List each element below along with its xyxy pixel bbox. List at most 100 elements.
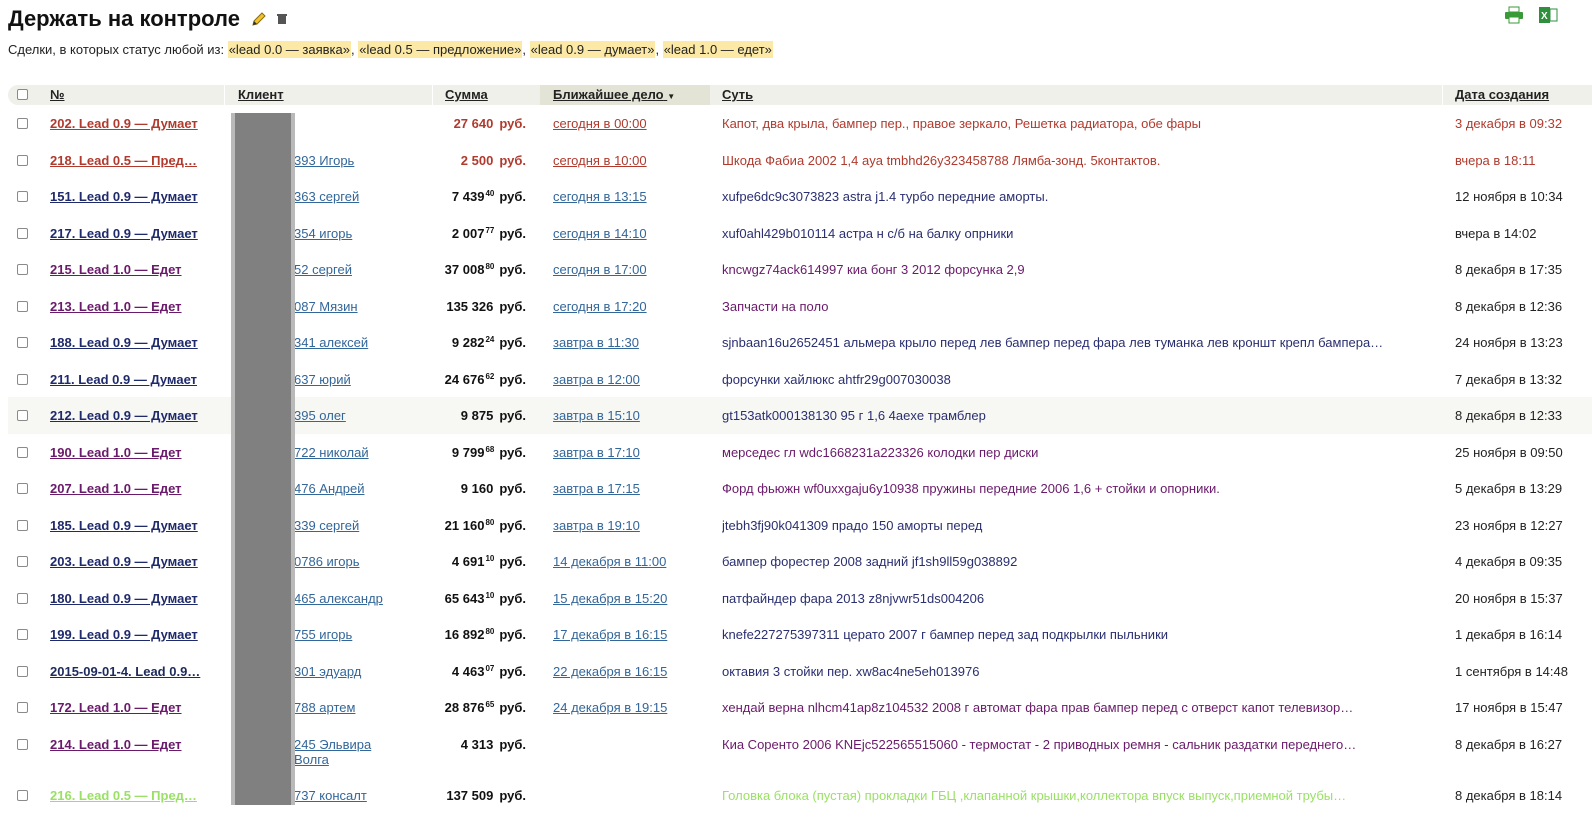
next-task-link[interactable]: сегодня в 00:00 bbox=[553, 116, 713, 131]
next-task-link[interactable]: завтра в 17:10 bbox=[553, 445, 713, 460]
deal-number-link[interactable]: 199. Lead 0.9 — Думает bbox=[50, 627, 220, 642]
row-checkbox[interactable] bbox=[17, 154, 28, 166]
next-task-link[interactable]: завтра в 15:10 bbox=[553, 408, 713, 423]
row-checkbox[interactable] bbox=[17, 337, 28, 348]
column-header-client[interactable]: Клиент bbox=[238, 85, 284, 105]
deal-number-link[interactable]: 188. Lead 0.9 — Думает bbox=[50, 335, 220, 350]
created-date: 24 ноября в 13:23 bbox=[1455, 335, 1563, 350]
next-task-link[interactable]: завтра в 17:15 bbox=[553, 481, 713, 496]
sum-cents: 68 bbox=[485, 444, 495, 454]
created-date: вчера в 14:02 bbox=[1455, 225, 1537, 241]
svg-text:X: X bbox=[1541, 11, 1548, 22]
deal-sum: 2 00777 руб. bbox=[418, 226, 526, 241]
sum-cents: 80 bbox=[485, 517, 495, 527]
sum-value: 2 007 bbox=[451, 225, 485, 241]
column-header-created[interactable]: Дата создания bbox=[1455, 85, 1549, 105]
row-checkbox[interactable] bbox=[17, 592, 28, 604]
next-task-link[interactable]: 22 декабря в 16:15 bbox=[553, 664, 713, 679]
select-all-checkbox[interactable] bbox=[17, 89, 28, 100]
deal-number-link[interactable]: 203. Lead 0.9 — Думает bbox=[50, 554, 220, 569]
deal-number-link[interactable]: 151. Lead 0.9 — Думает bbox=[50, 189, 220, 204]
next-task-link[interactable]: сегодня в 14:10 bbox=[553, 226, 713, 241]
row-checkbox[interactable] bbox=[17, 300, 28, 312]
next-task-link[interactable]: 15 декабря в 15:20 bbox=[553, 591, 713, 606]
currency: руб. bbox=[499, 116, 526, 131]
sum-value: 137 509 bbox=[446, 787, 494, 803]
row-checkbox[interactable] bbox=[17, 738, 28, 750]
row-checkbox[interactable] bbox=[17, 191, 28, 202]
deal-number-link[interactable]: 172. Lead 1.0 — Едет bbox=[50, 700, 220, 715]
next-task-link[interactable]: сегодня в 13:15 bbox=[553, 189, 713, 204]
row-checkbox[interactable] bbox=[17, 519, 28, 531]
deal-number-link[interactable]: 217. Lead 0.9 — Думает bbox=[50, 226, 220, 241]
sum-value: 37 008 bbox=[444, 262, 485, 277]
row-checkbox[interactable] bbox=[17, 483, 28, 494]
currency: руб. bbox=[499, 590, 526, 606]
deal-sum: 4 46307 руб. bbox=[418, 664, 526, 679]
sum-value: 4 463 bbox=[451, 663, 485, 679]
row-checkbox[interactable] bbox=[17, 118, 28, 129]
column-header-sum[interactable]: Сумма bbox=[445, 85, 488, 105]
deal-number-link[interactable]: 207. Lead 1.0 — Едет bbox=[50, 481, 220, 496]
created-date: 8 декабря в 16:27 bbox=[1455, 736, 1563, 752]
row-checkbox[interactable] bbox=[17, 264, 28, 275]
deal-sum: 9 875 руб. bbox=[418, 408, 526, 423]
excel-icon[interactable]: X bbox=[1538, 6, 1558, 24]
created-date: 12 ноября в 10:34 bbox=[1455, 189, 1563, 204]
created-date: 8 декабря в 12:36 bbox=[1455, 298, 1563, 314]
next-task-link[interactable]: сегодня в 10:00 bbox=[553, 153, 713, 168]
row-checkbox[interactable] bbox=[17, 702, 28, 713]
currency: руб. bbox=[499, 517, 526, 533]
pencil-icon[interactable] bbox=[250, 10, 268, 28]
row-checkbox[interactable] bbox=[17, 789, 28, 801]
currency: руб. bbox=[499, 371, 526, 387]
created-date: 8 декабря в 17:35 bbox=[1455, 262, 1563, 277]
deal-essence: Киа Соренто 2006 KNEjc522565515060 - тер… bbox=[722, 736, 1357, 752]
currency: руб. bbox=[499, 736, 526, 752]
deal-number-link[interactable]: 215. Lead 1.0 — Едет bbox=[50, 262, 220, 277]
deal-number-link[interactable]: 213. Lead 1.0 — Едет bbox=[50, 299, 220, 314]
deal-number-link[interactable]: 2015-09-01-4. Lead 0.9… bbox=[50, 664, 220, 679]
sum-value: 24 676 bbox=[444, 371, 485, 387]
row-checkbox[interactable] bbox=[17, 446, 28, 458]
currency: руб. bbox=[499, 554, 526, 569]
row-checkbox[interactable] bbox=[17, 410, 28, 421]
deal-number-link[interactable]: 202. Lead 0.9 — Думает bbox=[50, 116, 220, 131]
deal-sum: 21 16080 руб. bbox=[418, 518, 526, 533]
row-checkbox[interactable] bbox=[17, 373, 28, 385]
deal-number-link[interactable]: 212. Lead 0.9 — Думает bbox=[50, 408, 220, 423]
deal-number-link[interactable]: 216. Lead 0.5 — Пред… bbox=[50, 788, 220, 803]
deal-sum: 16 89280 руб. bbox=[418, 627, 526, 642]
printer-icon[interactable] bbox=[1504, 6, 1524, 24]
next-task-link[interactable]: завтра в 11:30 bbox=[553, 335, 713, 350]
deal-essence: мерседес гл wdc1668231a223326 колодки пе… bbox=[722, 444, 1039, 460]
row-checkbox[interactable] bbox=[17, 629, 28, 640]
deal-number-link[interactable]: 218. Lead 0.5 — Пред… bbox=[50, 153, 220, 168]
created-date: 20 ноября в 15:37 bbox=[1455, 590, 1563, 606]
sum-cents: 65 bbox=[485, 700, 495, 709]
sum-cents: 40 bbox=[485, 189, 495, 198]
next-task-link[interactable]: сегодня в 17:00 bbox=[553, 262, 713, 277]
currency: руб. bbox=[499, 298, 526, 314]
deal-number-link[interactable]: 214. Lead 1.0 — Едет bbox=[50, 737, 220, 752]
next-task-link[interactable]: сегодня в 17:20 bbox=[553, 299, 713, 314]
created-date: 5 декабря в 13:29 bbox=[1455, 481, 1563, 496]
column-header-number[interactable]: № bbox=[50, 85, 65, 105]
trash-icon[interactable] bbox=[276, 13, 288, 25]
column-header-next-task[interactable]: Ближайшее дело ▼ bbox=[540, 85, 710, 105]
deal-number-link[interactable]: 180. Lead 0.9 — Думает bbox=[50, 591, 220, 606]
row-checkbox[interactable] bbox=[17, 227, 28, 239]
next-task-link[interactable]: 17 декабря в 16:15 bbox=[553, 627, 713, 642]
next-task-link[interactable]: 24 декабря в 19:15 bbox=[553, 700, 713, 715]
sum-value: 4 691 bbox=[451, 554, 485, 569]
row-checkbox[interactable] bbox=[17, 556, 28, 567]
column-header-essence[interactable]: Суть bbox=[722, 85, 753, 105]
row-checkbox[interactable] bbox=[17, 665, 28, 677]
deal-number-link[interactable]: 185. Lead 0.9 — Думает bbox=[50, 518, 220, 533]
client-link[interactable]: 245 Эльвира Волга bbox=[294, 737, 374, 767]
deal-number-link[interactable]: 211. Lead 0.9 — Думает bbox=[50, 372, 220, 387]
deal-number-link[interactable]: 190. Lead 1.0 — Едет bbox=[50, 445, 220, 460]
next-task-link[interactable]: завтра в 19:10 bbox=[553, 518, 713, 533]
next-task-link[interactable]: завтра в 12:00 bbox=[553, 372, 713, 387]
next-task-link[interactable]: 14 декабря в 11:00 bbox=[553, 554, 713, 569]
